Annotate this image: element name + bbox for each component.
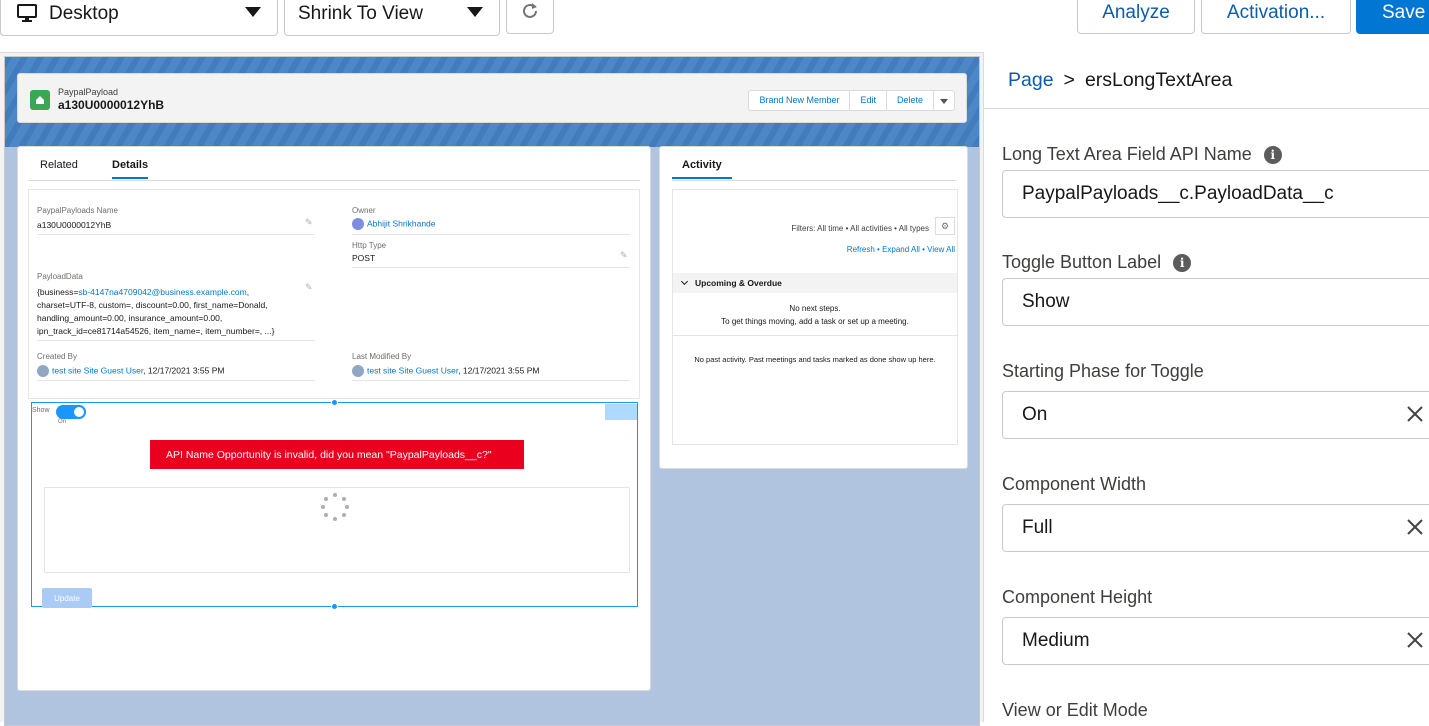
info-icon[interactable]: i <box>1173 253 1192 272</box>
page-canvas: PaypalPayload a130U0000012YhB Brand New … <box>0 52 983 726</box>
payload-data-value: {business=sb-4147na4709042@business.exam… <box>37 287 275 336</box>
upcoming-overdue-section[interactable]: Upcoming & Overdue <box>673 273 957 293</box>
view-all-link[interactable]: View All <box>927 245 955 254</box>
edit-pencil-icon[interactable]: ✎ <box>620 250 628 261</box>
no-steps-hint: To get things moving, add a task or set … <box>721 317 909 326</box>
field-value: POST <box>352 253 376 263</box>
close-icon[interactable] <box>1405 517 1425 537</box>
field-label: PayloadData <box>37 272 83 281</box>
update-button[interactable]: Update <box>42 588 92 608</box>
api-name-label: Long Text Area Field API Name i <box>1002 144 1282 165</box>
record-detail-fields: PaypalPayloads Name a130U0000012YhB ✎ Ow… <box>28 189 640 399</box>
toggle-label: Show <box>32 407 50 414</box>
record-type-icon <box>30 90 50 110</box>
no-past-activity-text: No past activity. Past meetings and task… <box>694 355 936 364</box>
resize-handle[interactable] <box>331 603 338 610</box>
toggle-state: On <box>58 419 67 425</box>
tab-activity[interactable]: Activity <box>672 159 732 179</box>
avatar <box>352 365 364 377</box>
zoom-select[interactable]: Shrink To View <box>284 0 500 36</box>
zoom-select-value: Shrink To View <box>298 3 423 24</box>
gear-icon[interactable]: ⚙ <box>935 217 955 235</box>
component-tools[interactable] <box>605 404 637 420</box>
avatar <box>352 218 364 230</box>
details-card: Related Details PaypalPayloads Name a130… <box>17 146 651 691</box>
field-value: a130U0000012YhB <box>37 220 112 230</box>
desktop-icon <box>17 4 37 28</box>
toggle-button-label-label: Toggle Button Label i <box>1002 252 1192 273</box>
record-type-label: PaypalPayload <box>58 87 119 97</box>
edit-pencil-icon[interactable]: ✎ <box>305 217 313 228</box>
avatar <box>37 365 49 377</box>
view-edit-mode-label: View or Edit Mode <box>1002 700 1148 720</box>
field-label: PaypalPayloads Name <box>37 206 118 215</box>
breadcrumb: Page > ersLongTextArea <box>1008 69 1233 91</box>
activity-links: Refresh • Expand All • View All <box>846 245 955 254</box>
record-actions: Brand New Member Edit Delete <box>748 90 955 111</box>
properties-panel: Page > ersLongTextArea Long Text Area Fiel… <box>983 52 1429 722</box>
chevron-down-icon <box>467 7 483 17</box>
payload-email-link[interactable]: sb-4147na4709042@business.example.com <box>78 287 246 297</box>
activity-tabs: Activity <box>672 153 957 181</box>
component-height-select[interactable]: Medium <box>1002 617 1429 665</box>
refresh-link[interactable]: Refresh <box>847 245 875 254</box>
chevron-down-icon <box>245 7 261 17</box>
field-label: Http Type <box>352 241 387 250</box>
toggle-button-label-input[interactable]: Show <box>1002 278 1429 326</box>
breadcrumb-page-link[interactable]: Page <box>1008 69 1054 91</box>
modified-by-link[interactable]: test site Site Guest User <box>367 365 458 375</box>
field-label: Created By <box>37 352 78 361</box>
modified-by-field: test site Site Guest User, 12/17/2021 3:… <box>352 365 539 377</box>
brand-new-member-button[interactable]: Brand New Member <box>749 91 851 110</box>
resize-handle[interactable] <box>331 399 338 406</box>
save-button[interactable]: Save <box>1356 0 1429 34</box>
tab-related[interactable]: Related <box>40 159 78 171</box>
delete-button[interactable]: Delete <box>887 91 934 110</box>
loading-spinner-icon <box>321 493 349 521</box>
expand-all-link[interactable]: Expand All <box>882 245 920 254</box>
close-icon[interactable] <box>1405 404 1425 424</box>
api-name-input[interactable]: PaypalPayloads__c.PayloadData__c <box>1002 170 1429 218</box>
activity-filters: Filters: All time • All activities • All… <box>791 224 929 233</box>
component-height-label: Component Height <box>1002 587 1153 607</box>
show-toggle[interactable] <box>56 405 86 419</box>
builder-toolbar: Desktop Shrink To View Analyze Activatio… <box>0 0 1429 46</box>
close-icon[interactable] <box>1405 630 1425 650</box>
created-by-link[interactable]: test site Site Guest User <box>52 365 143 375</box>
device-select[interactable]: Desktop <box>0 0 278 36</box>
activity-card: Activity Filters: All time • All activit… <box>659 146 968 469</box>
more-actions-chevron-icon[interactable] <box>934 91 954 110</box>
tab-details[interactable]: Details <box>112 159 149 179</box>
activity-timeline: Filters: All time • All activities • All… <box>672 189 958 445</box>
activation-button[interactable]: Activation... <box>1201 0 1351 34</box>
refresh-button[interactable] <box>506 0 554 34</box>
field-label: Last Modified By <box>352 352 412 361</box>
record-header[interactable]: PaypalPayload a130U0000012YhB Brand New … <box>17 73 967 123</box>
starting-phase-select[interactable]: On <box>1002 391 1429 439</box>
created-by-field: test site Site Guest User, 12/17/2021 3:… <box>37 365 224 377</box>
error-banner: API Name Opportunity is invalid, did you… <box>150 440 524 469</box>
component-width-select[interactable]: Full <box>1002 504 1429 552</box>
analyze-button[interactable]: Analyze <box>1077 0 1195 34</box>
refresh-icon <box>520 1 540 26</box>
device-select-value: Desktop <box>49 3 119 24</box>
component-width-label: Component Width <box>1002 474 1147 494</box>
edit-pencil-icon[interactable]: ✎ <box>305 282 313 293</box>
info-icon[interactable]: i <box>1263 145 1282 164</box>
chevron-down-icon <box>680 277 689 286</box>
field-label: Owner <box>352 206 376 215</box>
long-text-area-component[interactable]: Show On API Name Opportunity is invalid,… <box>31 399 638 610</box>
edit-button[interactable]: Edit <box>850 91 887 110</box>
breadcrumb-current: ersLongTextArea <box>1084 69 1233 91</box>
record-name: a130U0000012YhB <box>58 98 165 112</box>
no-steps-text: No next steps. <box>789 304 841 313</box>
owner-field: Abhijit Shrikhande <box>352 218 436 230</box>
record-tabs: Related Details <box>28 153 640 181</box>
starting-phase-label: Starting Phase for Toggle <box>1002 361 1204 381</box>
owner-link[interactable]: Abhijit Shrikhande <box>367 218 436 228</box>
